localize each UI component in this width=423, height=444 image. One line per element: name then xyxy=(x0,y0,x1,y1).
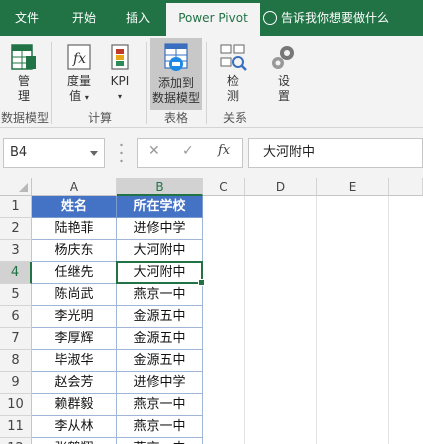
table-cell[interactable]: 大河附中 xyxy=(117,240,203,262)
table-cell[interactable]: 金源五中 xyxy=(117,350,203,372)
table-header-school[interactable]: 所在学校 xyxy=(117,196,203,218)
row-header[interactable]: 11 xyxy=(0,416,32,438)
table-cell[interactable]: 李厚辉 xyxy=(32,328,117,350)
lightbulb-icon xyxy=(263,11,277,25)
svg-text:fx: fx xyxy=(72,51,86,67)
chevron-down-icon: ▾ xyxy=(117,92,122,101)
chevron-down-icon[interactable] xyxy=(90,151,98,156)
ribbon: 管 理 数据模型 fx 度量 值 ▾ KPI ▾ 计算 添加到 数据模型 表格 … xyxy=(0,36,423,128)
table-cell[interactable]: 燕京一中 xyxy=(117,416,203,438)
row-header[interactable]: 9 xyxy=(0,372,32,394)
column-header-f[interactable] xyxy=(389,178,423,196)
settings-button[interactable]: 设 置 xyxy=(264,38,304,110)
row-header[interactable]: 7 xyxy=(0,328,32,350)
name-box[interactable]: B4 xyxy=(3,138,105,168)
ribbon-tab-bar: 文件 开始 插入 Power Pivot 告诉我你想要做什么 xyxy=(0,0,423,36)
table-cell[interactable]: 金源五中 xyxy=(117,306,203,328)
kpi-icon xyxy=(111,44,129,70)
tell-me-text: 告诉我你想要做什么 xyxy=(281,11,390,25)
table-cell[interactable]: 陈尚武 xyxy=(32,284,117,306)
grid-line xyxy=(388,196,389,444)
table-cell[interactable]: 任继先 xyxy=(32,262,117,284)
active-cell-selection[interactable] xyxy=(116,261,205,286)
ribbon-separator xyxy=(146,42,147,124)
table-cell[interactable]: 赵会芳 xyxy=(32,372,117,394)
cancel-icon[interactable]: ✕ xyxy=(148,143,160,159)
column-header-a[interactable]: A xyxy=(32,178,117,196)
resize-handle-icon[interactable] xyxy=(120,142,123,164)
table-cell[interactable]: 燕京一中 xyxy=(117,394,203,416)
row-header[interactable]: 6 xyxy=(0,306,32,328)
measures-icon: fx xyxy=(67,44,91,70)
group-calculations: 计算 xyxy=(87,111,112,125)
formula-input[interactable]: 大河附中 xyxy=(248,138,423,168)
worksheet-grid[interactable]: A B C D E 1 姓名 所在学校 2 陆艳菲 进修中学 3 杨庆东 大河附中 4 任继先 大河附… xyxy=(0,178,423,444)
table-cell[interactable]: 陆艳菲 xyxy=(32,218,117,240)
add-to-data-model-button[interactable]: 添加到 数据模型 xyxy=(150,38,202,110)
row-header[interactable]: 8 xyxy=(0,350,32,372)
insert-function-button[interactable]: fx xyxy=(218,143,230,158)
row-header[interactable]: 1 xyxy=(0,196,32,218)
group-relationships: 关系 xyxy=(222,111,247,125)
grid-line xyxy=(316,196,317,444)
column-header-e[interactable]: E xyxy=(317,178,389,196)
table-cell[interactable]: 金源五中 xyxy=(117,328,203,350)
ribbon-separator xyxy=(51,42,52,124)
column-header-c[interactable]: C xyxy=(203,178,245,196)
kpi-button[interactable]: KPI ▾ xyxy=(104,38,136,110)
grid-line xyxy=(244,196,245,444)
table-cell[interactable]: 燕京一中 xyxy=(117,284,203,306)
table-cell[interactable]: 燕京一中 xyxy=(117,438,203,444)
formula-buttons: ✕ ✓ fx xyxy=(137,138,243,168)
table-cell[interactable]: 张鹤翔 xyxy=(32,438,117,444)
tab-insert[interactable]: 插入 xyxy=(112,0,164,36)
measures-button[interactable]: fx 度量 值 ▾ xyxy=(58,38,100,110)
select-all-button[interactable] xyxy=(0,178,32,196)
tab-file[interactable]: 文件 xyxy=(0,0,54,36)
table-header-name[interactable]: 姓名 xyxy=(32,196,117,218)
add-to-data-model-icon xyxy=(164,43,188,71)
manage-icon xyxy=(11,44,36,70)
row-header[interactable]: 4 xyxy=(0,262,32,284)
settings-icon xyxy=(272,46,294,69)
row-header[interactable]: 10 xyxy=(0,394,32,416)
table-cell[interactable]: 李光明 xyxy=(32,306,117,328)
table-cell[interactable]: 赖群毅 xyxy=(32,394,117,416)
table-cell[interactable]: 毕淑华 xyxy=(32,350,117,372)
row-header[interactable]: 12 xyxy=(0,438,32,444)
column-header-d[interactable]: D xyxy=(245,178,317,196)
detect-button[interactable]: 检 测 xyxy=(214,38,252,110)
column-header-b[interactable]: B xyxy=(117,178,203,196)
table-cell[interactable]: 李从林 xyxy=(32,416,117,438)
ribbon-separator xyxy=(206,42,207,124)
table-cell[interactable]: 进修中学 xyxy=(117,372,203,394)
tab-home[interactable]: 开始 xyxy=(56,0,112,36)
group-data-model: 数据模型 xyxy=(0,111,49,125)
tab-power-pivot[interactable]: Power Pivot xyxy=(166,3,260,36)
chevron-down-icon: ▾ xyxy=(84,93,89,102)
enter-icon[interactable]: ✓ xyxy=(182,143,194,159)
row-header[interactable]: 5 xyxy=(0,284,32,306)
group-tables: 表格 xyxy=(163,111,188,125)
detect-icon xyxy=(220,44,247,71)
row-header[interactable]: 3 xyxy=(0,240,32,262)
formula-bar: B4 ✕ ✓ fx 大河附中 xyxy=(0,128,423,178)
table-cell[interactable]: 杨庆东 xyxy=(32,240,117,262)
table-cell[interactable]: 进修中学 xyxy=(117,218,203,240)
tell-me-box[interactable]: 告诉我你想要做什么 xyxy=(263,0,389,36)
manage-button[interactable]: 管 理 xyxy=(4,38,44,110)
row-header[interactable]: 2 xyxy=(0,218,32,240)
